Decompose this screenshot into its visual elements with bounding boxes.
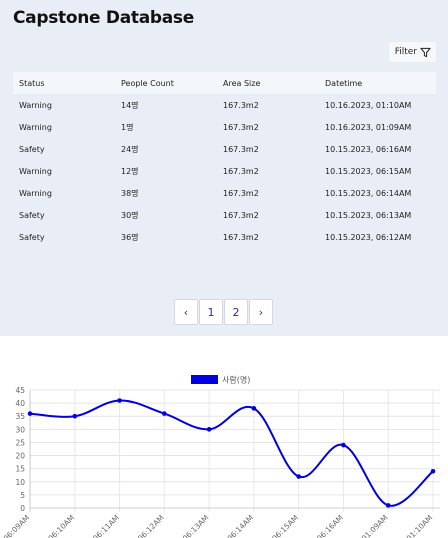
y-tick-label: 0	[20, 504, 25, 513]
x-tick-label: 06:11AM	[91, 513, 121, 538]
cell-status: Warning	[19, 188, 52, 198]
cell-people-count: 36명	[121, 232, 139, 242]
filter-icon	[420, 47, 431, 57]
cell-datetime: 10.15.2023, 06:12AM	[325, 232, 412, 242]
cell-area-size: 167.3m2	[223, 144, 259, 154]
x-tick-label: 06:09AM	[2, 513, 32, 538]
database-panel: Capstone Database Filter Status People C…	[0, 0, 448, 336]
cell-people-count: 24명	[121, 144, 139, 154]
y-tick-label: 45	[15, 386, 25, 395]
cell-area-size: 167.3m2	[223, 210, 259, 220]
y-tick-label: 15	[15, 465, 25, 474]
table-row: Safety 30명 167.3m2 10.15.2023, 06:13AM	[13, 204, 436, 226]
cell-people-count: 14명	[121, 100, 139, 110]
data-point	[430, 468, 436, 474]
data-point	[117, 398, 122, 403]
data-point	[251, 406, 257, 411]
y-tick-label: 30	[15, 425, 25, 434]
cell-datetime: 10.15.2023, 06:16AM	[325, 144, 412, 154]
cell-area-size: 167.3m2	[223, 100, 259, 110]
table-row: Warning 14명 167.3m2 10.16.2023, 01:10AM	[13, 94, 436, 116]
cell-datetime: 10.15.2023, 06:15AM	[325, 166, 412, 176]
y-tick-label: 35	[15, 412, 25, 421]
cell-people-count: 30명	[121, 210, 139, 220]
x-tick-label: 06:15AM	[270, 513, 300, 538]
legend-label: 사람(명)	[222, 375, 250, 385]
data-point	[385, 503, 391, 508]
cell-status: Warning	[19, 166, 52, 176]
x-tick-label: 06:12AM	[136, 513, 166, 538]
data-point	[162, 411, 167, 416]
column-header-area-size: Area Size	[223, 78, 261, 88]
x-tick-label: 06:10AM	[46, 513, 76, 538]
cell-people-count: 38명	[121, 188, 139, 198]
table-row: Warning 38명 167.3m2 10.15.2023, 06:14AM	[13, 182, 436, 204]
cell-people-count: 12명	[121, 166, 139, 176]
cell-datetime: 10.16.2023, 01:09AM	[325, 122, 412, 132]
data-point	[296, 474, 301, 479]
cell-area-size: 167.3m2	[223, 122, 259, 132]
cell-datetime: 10.15.2023, 06:14AM	[325, 188, 412, 198]
column-header-datetime: Datetime	[325, 78, 363, 88]
data-point	[341, 442, 346, 448]
column-header-people-count: People Count	[121, 78, 174, 88]
page-title: Capstone Database	[13, 8, 194, 28]
page-1-button[interactable]: 1	[199, 299, 223, 325]
cell-datetime: 10.15.2023, 06:13AM	[325, 210, 412, 220]
table-row: Warning 12명 167.3m2 10.15.2023, 06:15AM	[13, 160, 436, 182]
table-row: Safety 36명 167.3m2 10.15.2023, 06:12AM	[13, 226, 436, 248]
x-tick-label: 06:13AM	[181, 513, 211, 538]
cell-status: Safety	[19, 144, 45, 154]
prev-page-button[interactable]: ‹	[174, 299, 198, 325]
records-table: Status People Count Area Size Datetime W…	[13, 72, 436, 248]
x-tick-label: 06:14AM	[225, 513, 255, 538]
cell-area-size: 167.3m2	[223, 232, 259, 242]
cell-status: Safety	[19, 232, 45, 242]
x-tick-label: 06:16AM	[315, 513, 345, 538]
cell-status: Warning	[19, 100, 52, 110]
cell-status: Warning	[19, 122, 52, 132]
next-page-button[interactable]: ›	[249, 299, 273, 325]
table-row: Warning 1명 167.3m2 10.16.2023, 01:09AM	[13, 116, 436, 138]
legend-swatch	[191, 375, 218, 384]
data-point	[72, 413, 78, 419]
page-2-button[interactable]: 2	[224, 299, 248, 325]
column-header-status: Status	[19, 78, 45, 88]
cell-area-size: 167.3m2	[223, 188, 259, 198]
filter-button[interactable]: Filter	[388, 42, 436, 62]
people-count-chart: 사람(명) 0 5 10 15 20 25 30 35 40 45 06:09AM 06:10AM 06:…	[0, 336, 448, 538]
data-point	[27, 411, 33, 416]
table-row: Safety 24명 167.3m2 10.15.2023, 06:16AM	[13, 138, 436, 160]
data-point	[206, 427, 212, 432]
x-tick-label: 01:09AM	[360, 513, 390, 538]
y-tick-label: 40	[15, 399, 25, 408]
cell-people-count: 1명	[121, 122, 134, 132]
filter-label: Filter	[394, 47, 417, 57]
table-header-row: Status People Count Area Size Datetime	[13, 72, 436, 94]
line-chart-svg: 사람(명) 0 5 10 15 20 25 30 35 40 45 06:09AM 06:10AM 06:…	[2, 375, 440, 538]
pagination: ‹ 1 2 ›	[174, 299, 274, 325]
x-tick-label: 01:10AM	[405, 513, 435, 538]
cell-status: Safety	[19, 210, 45, 220]
cell-area-size: 167.3m2	[223, 166, 259, 176]
y-tick-label: 25	[15, 438, 25, 447]
cell-datetime: 10.16.2023, 01:10AM	[325, 100, 412, 110]
y-tick-label: 5	[20, 491, 25, 500]
y-tick-label: 10	[15, 478, 25, 487]
y-tick-label: 20	[15, 452, 25, 461]
